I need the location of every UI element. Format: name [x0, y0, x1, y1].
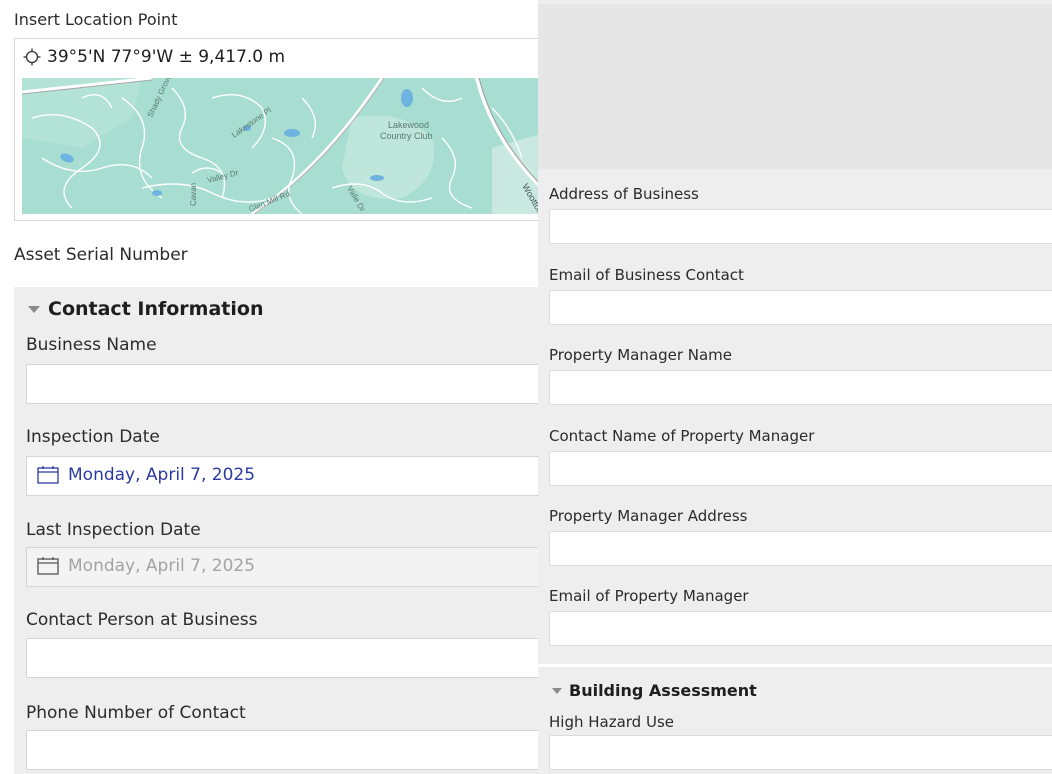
property-manager-name-input[interactable] [549, 370, 1052, 405]
contact-group-header[interactable]: Contact Information [28, 298, 263, 320]
calendar-icon [37, 557, 59, 575]
left-form-panel: Insert Location Point 39°5'N 77°9'W ± 9,… [0, 0, 538, 774]
high-hazard-use-label: High Hazard Use [549, 713, 674, 731]
triangle-down-icon [552, 687, 562, 694]
address-of-business-label: Address of Business [549, 185, 699, 203]
property-manager-address-label: Property Manager Address [549, 507, 748, 525]
email-business-contact-label: Email of Business Contact [549, 266, 744, 284]
inspection-date-value: Monday, April 7, 2025 [68, 465, 256, 485]
phone-number-label: Phone Number of Contact [26, 703, 246, 723]
property-manager-name-label: Property Manager Name [549, 346, 733, 364]
contact-person-label: Contact Person at Business [26, 610, 258, 630]
section-divider [538, 664, 1052, 667]
last-inspection-date-input: Monday, April 7, 2025 [26, 547, 538, 587]
email-property-manager-input[interactable] [549, 611, 1052, 646]
email-business-contact-input[interactable] [549, 290, 1052, 325]
business-name-label: Business Name [26, 335, 157, 355]
building-assessment-header[interactable]: Building Assessment [552, 681, 757, 700]
inspection-date-label: Inspection Date [26, 427, 160, 447]
contact-information-group: Contact Information Business Name Inspec… [14, 287, 538, 774]
coordinates-readout: 39°5'N 77°9'W ± 9,417.0 m [23, 47, 285, 67]
empty-placeholder-area [538, 4, 1052, 169]
last-inspection-date-value: Monday, April 7, 2025 [68, 556, 256, 576]
coordinates-text: 39°5'N 77°9'W ± 9,417.0 m [47, 47, 286, 67]
location-map[interactable]: Lakewood Country Club Shady Grove Lakest… [22, 78, 538, 214]
property-manager-address-input[interactable] [549, 531, 1052, 566]
inspection-date-display: Monday, April 7, 2025 [37, 465, 255, 485]
map-road-label: Cavan [189, 183, 198, 206]
asset-serial-label: Asset Serial Number [14, 245, 188, 265]
right-form-panel: Address of Business Email of Business Co… [538, 0, 1052, 774]
calendar-icon [37, 466, 59, 484]
contact-name-property-manager-input[interactable] [549, 451, 1052, 486]
contact-name-property-manager-label: Contact Name of Property Manager [549, 427, 815, 445]
business-name-input[interactable] [26, 364, 538, 404]
location-point-field[interactable]: 39°5'N 77°9'W ± 9,417.0 m Lakewood Count… [14, 38, 538, 221]
map-place-label: Lakewood [388, 120, 429, 130]
inspection-date-input[interactable]: Monday, April 7, 2025 [26, 456, 538, 496]
address-of-business-input[interactable] [549, 209, 1052, 244]
location-label: Insert Location Point [14, 10, 178, 29]
email-property-manager-label: Email of Property Manager [549, 587, 749, 605]
contact-person-input[interactable] [26, 638, 538, 678]
phone-number-input[interactable] [26, 730, 538, 770]
triangle-down-icon [28, 305, 40, 313]
map-place-label-2: Country Club [380, 131, 433, 141]
last-inspection-date-label: Last Inspection Date [26, 520, 201, 540]
high-hazard-use-input[interactable] [549, 735, 1052, 770]
building-assessment-title: Building Assessment [569, 681, 757, 700]
crosshair-icon [23, 48, 41, 66]
last-inspection-date-display: Monday, April 7, 2025 [37, 556, 255, 576]
contact-group-title: Contact Information [48, 298, 264, 320]
